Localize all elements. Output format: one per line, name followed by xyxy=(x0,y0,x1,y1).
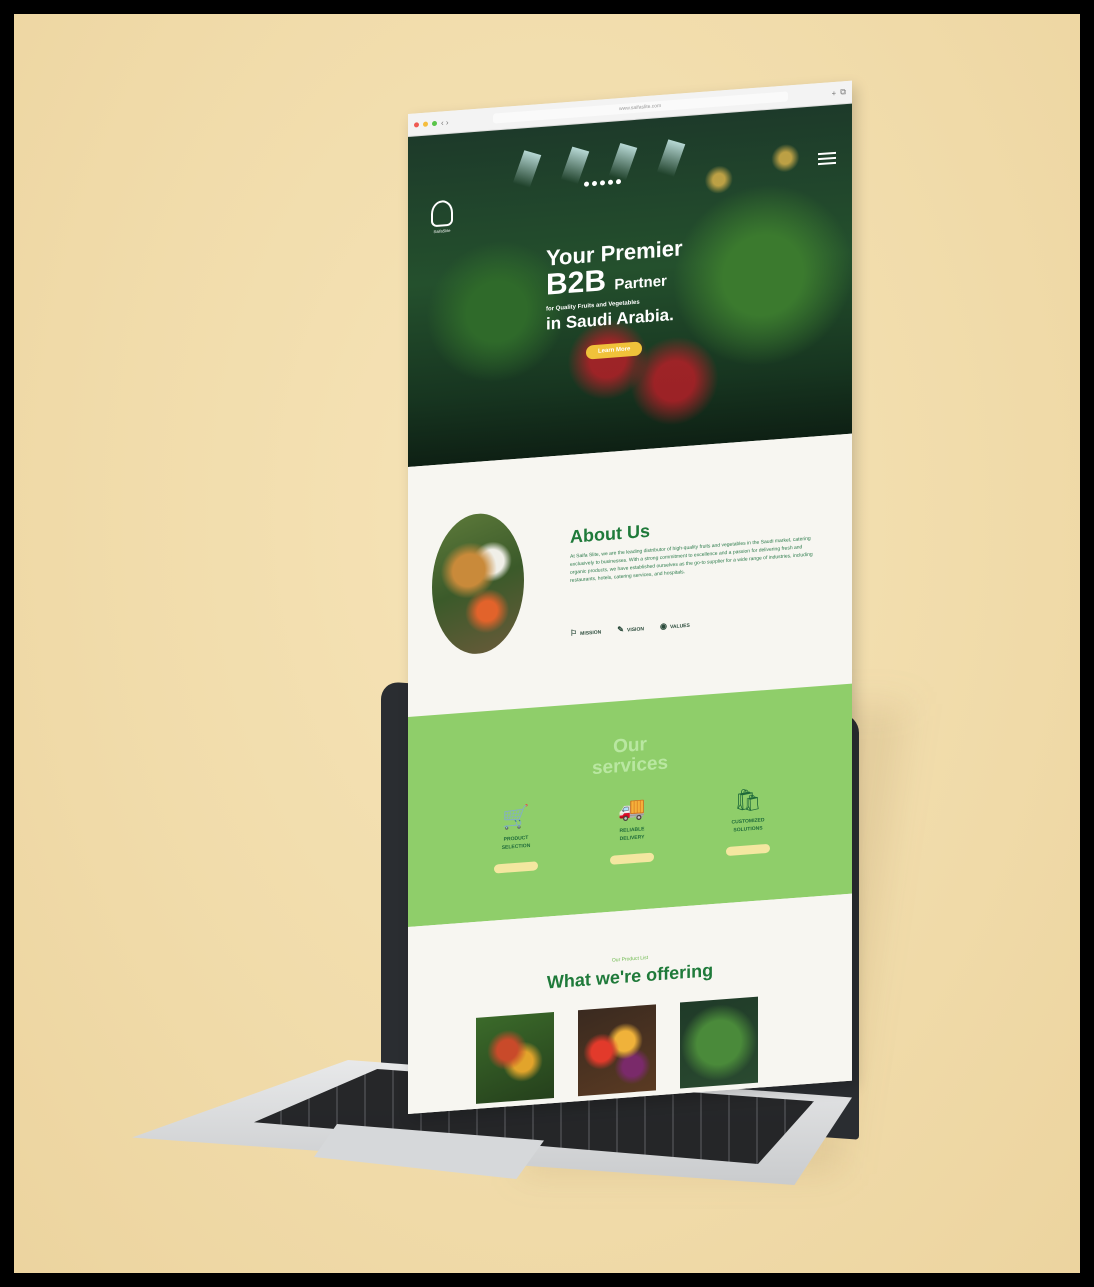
service-more-button[interactable] xyxy=(494,861,538,874)
hero-heading: Your Premier B2B Partner for Quality Fru… xyxy=(546,235,683,362)
tab-values[interactable]: ◉ VALUES xyxy=(659,620,690,632)
logo-mark-icon xyxy=(431,199,453,228)
service-card: 🚚 RELIABLE DELIVERY xyxy=(594,793,670,871)
close-window-icon[interactable] xyxy=(414,121,419,128)
flag-icon: ⚐ xyxy=(570,628,578,638)
logo-text: SaifaSlite xyxy=(433,227,451,235)
tab-vision[interactable]: ✎ VISION xyxy=(617,623,644,635)
site-logo[interactable]: SaifaSlite xyxy=(424,199,460,235)
services-title: Our services xyxy=(591,734,669,780)
service-label: RELIABLE DELIVERY xyxy=(619,826,645,843)
product-grid xyxy=(476,996,758,1104)
tabs-overview-icon[interactable]: ⧉ xyxy=(840,87,846,97)
carousel-dot[interactable] xyxy=(616,178,621,185)
service-card: 🛍 CUSTOMIZED SOLUTIONS xyxy=(710,785,786,863)
about-title: About Us xyxy=(570,520,650,547)
delivery-truck-icon: 🚚 xyxy=(618,795,646,823)
services-section: Our services 🛒 PRODUCT SELECTION 🚚 RELIAB… xyxy=(408,683,852,927)
tab-mission[interactable]: ⚐ MISSION xyxy=(570,626,601,638)
maximize-window-icon[interactable] xyxy=(432,120,437,126)
about-section: About Us At Saifa Slite, we are the lead… xyxy=(408,433,852,717)
minimize-window-icon[interactable] xyxy=(423,120,428,127)
carousel-dot[interactable] xyxy=(584,181,589,187)
product-image-vegetables[interactable] xyxy=(476,1012,554,1104)
product-image-greens[interactable] xyxy=(680,996,758,1089)
about-tabs: ⚐ MISSION ✎ VISION ◉ VALUES xyxy=(570,620,690,638)
service-card: 🛒 PRODUCT SELECTION xyxy=(478,802,554,880)
service-label: CUSTOMIZED SOLUTIONS xyxy=(731,817,765,834)
new-tab-icon[interactable]: + xyxy=(832,88,837,97)
shopping-bag-icon: 🛍 xyxy=(734,786,762,814)
hero-section: SaifaSlite Your Premier B2B Partner for … xyxy=(408,103,852,467)
product-selection-icon: 🛒 xyxy=(502,803,530,831)
learn-more-button[interactable]: Learn More xyxy=(586,341,643,360)
service-label: PRODUCT SELECTION xyxy=(501,834,531,851)
services-grid: 🛒 PRODUCT SELECTION 🚚 RELIABLE DELIVERY 🛍 … xyxy=(478,785,786,880)
leaf-icon: ✎ xyxy=(617,624,624,635)
service-more-button[interactable] xyxy=(610,852,654,865)
hero-lights-decoration xyxy=(512,138,718,188)
product-image-fruits[interactable] xyxy=(578,1004,656,1097)
values-icon: ◉ xyxy=(659,621,667,632)
carousel-dot[interactable] xyxy=(608,179,613,185)
website-page: ‹ › www.saifaslite.com + ⧉ SaifaSlite Yo… xyxy=(408,80,852,1114)
hamburger-menu-icon[interactable] xyxy=(818,149,836,168)
offering-section: Our Product List What we're offering xyxy=(408,893,852,1114)
nav-arrows-icon[interactable]: ‹ › xyxy=(441,117,449,127)
carousel-dot[interactable] xyxy=(600,180,605,186)
about-image xyxy=(432,510,524,658)
mockup-background: ‹ › www.saifaslite.com + ⧉ SaifaSlite Yo… xyxy=(14,14,1080,1273)
carousel-dots[interactable] xyxy=(584,178,621,187)
carousel-dot[interactable] xyxy=(592,180,597,187)
service-more-button[interactable] xyxy=(726,843,770,857)
